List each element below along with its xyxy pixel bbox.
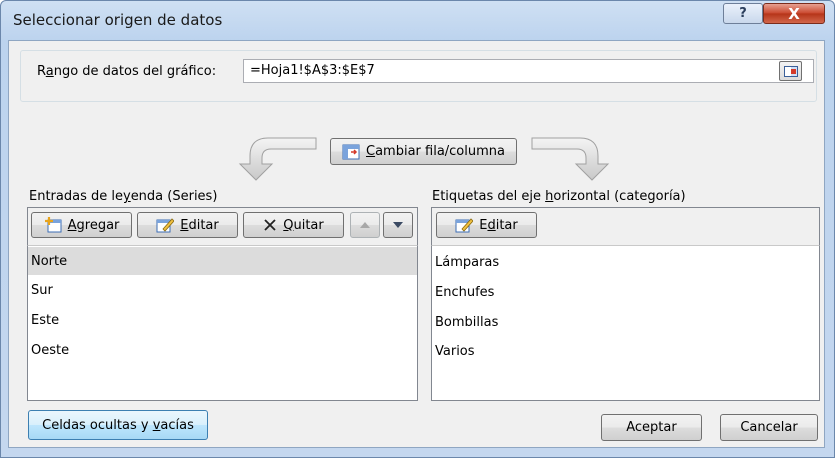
arrow-up-icon <box>360 222 370 228</box>
category-item-lamparas[interactable]: Lámparas <box>432 248 819 276</box>
switch-row-column-icon <box>342 144 360 159</box>
range-input[interactable]: =Hoja1!$A$3:$E$7 <box>243 59 814 83</box>
ok-label: Aceptar <box>626 420 677 435</box>
dialog-title: Seleccionar origen de datos <box>13 11 223 29</box>
hidden-empty-cells-label: Celdas ocultas y vacías <box>42 417 194 433</box>
cancel-button[interactable]: Cancelar <box>720 414 818 441</box>
left-curved-arrow-icon <box>238 137 317 181</box>
add-series-icon <box>44 217 62 233</box>
title-bar: Seleccionar origen de datos ? X <box>1 1 834 41</box>
range-label: Rango de datos del gráfico: <box>37 64 217 79</box>
right-curved-arrow-icon <box>531 137 610 181</box>
add-series-label: Agregar <box>67 217 120 233</box>
category-item-enchufes[interactable]: Enchufes <box>432 278 819 306</box>
edit-series-label: Editar <box>180 217 219 233</box>
help-icon: ? <box>739 6 747 21</box>
edit-axis-labels-button[interactable]: Editar <box>436 212 537 238</box>
switch-row-column-button[interactable]: Cambiar fila/columna <box>330 138 517 165</box>
legend-entries-heading: Entradas de leyenda (Series) <box>29 189 218 204</box>
edit-icon <box>156 218 175 233</box>
range-selector-icon <box>783 65 798 77</box>
axis-labels-heading: Etiquetas del eje horizontal (categoría) <box>432 189 686 204</box>
remove-series-button[interactable]: Quitar <box>243 212 344 238</box>
move-up-button[interactable] <box>350 212 380 238</box>
help-button[interactable]: ? <box>723 3 763 24</box>
move-down-button[interactable] <box>383 212 413 238</box>
cancel-label: Cancelar <box>740 420 798 435</box>
remove-icon <box>264 219 276 231</box>
arrow-down-icon <box>393 222 403 228</box>
remove-series-label: Quitar <box>283 217 324 233</box>
ok-button[interactable]: Aceptar <box>601 414 702 441</box>
edit-axis-labels-label: Editar <box>479 217 518 233</box>
series-item-oeste[interactable]: Oeste <box>28 336 417 364</box>
edit-icon <box>455 218 474 233</box>
hidden-empty-cells-button[interactable]: Celdas ocultas y vacías <box>28 410 208 440</box>
close-button[interactable]: X <box>763 3 825 24</box>
close-icon: X <box>788 4 800 23</box>
category-item-varios[interactable]: Varios <box>432 337 819 365</box>
edit-series-button[interactable]: Editar <box>137 212 238 238</box>
series-item-norte[interactable]: Norte <box>28 247 417 275</box>
series-item-este[interactable]: Este <box>28 306 417 334</box>
series-item-sur[interactable]: Sur <box>28 276 417 304</box>
category-item-bombillas[interactable]: Bombillas <box>432 308 819 336</box>
switch-row-column-label: Cambiar fila/columna <box>366 144 505 159</box>
add-series-button[interactable]: Agregar <box>31 212 132 238</box>
range-value: =Hoja1!$A$3:$E$7 <box>250 63 375 78</box>
collapse-range-button[interactable] <box>779 61 802 81</box>
